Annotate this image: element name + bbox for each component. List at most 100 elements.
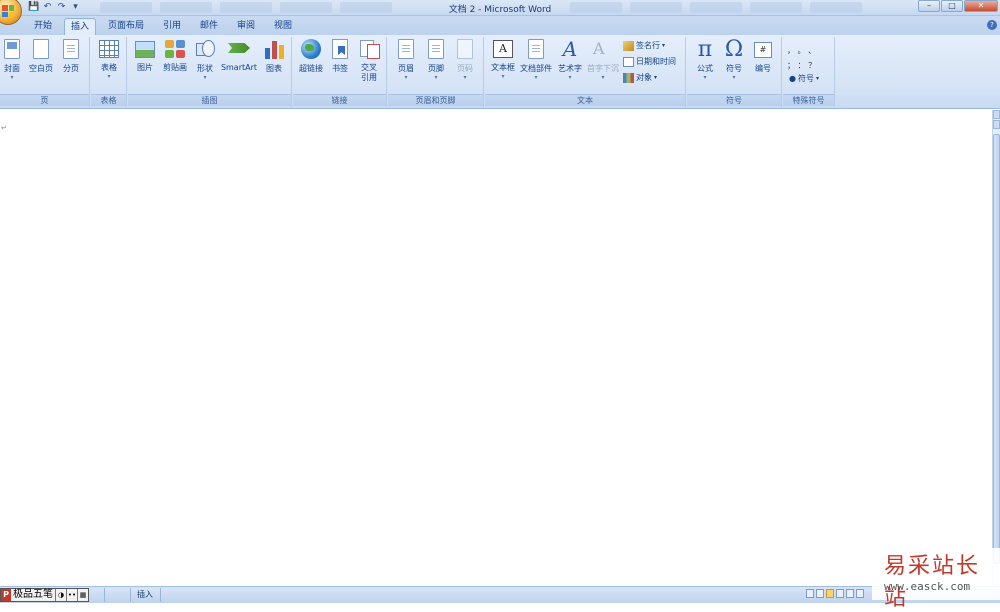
ruler-toggle-button[interactable] [993,120,1000,129]
drop-cap-button[interactable]: A 首字下沉 ▾ [586,39,620,81]
tab-insert[interactable]: 插入 [64,18,96,35]
ribbon: 封面 ▾ 空白页 分页 页 表格 ▾ 表格 图片 剪贴画 形状 ▾ SmartA… [0,35,1000,109]
watermark-url: www.easck.com [884,580,971,593]
hyperlink-label: 超链接 [299,64,323,73]
equation-button[interactable]: π 公式 ▾ [691,37,719,82]
vertical-scrollbar[interactable] [992,110,1000,586]
clipart-button[interactable]: 剪贴画 [160,39,190,73]
picture-button[interactable]: 图片 [132,39,158,73]
group-label-links: 链接 [293,94,386,106]
ime-punctuation-icon[interactable]: •• [66,589,77,601]
group-label-illustrations: 插图 [128,94,291,106]
chart-icon [264,39,284,59]
bookmark-button[interactable]: 书签 [329,39,351,74]
quick-parts-label: 文档部件 [520,64,552,73]
page-break-button[interactable]: 分页 [58,39,84,74]
window-title: 文档 2 - Microsoft Word [448,5,552,15]
equation-pi-icon: π [697,37,713,62]
dropdown-arrow-icon: ▾ [404,74,408,81]
footer-button[interactable]: 页脚 ▾ [422,39,450,81]
print-layout-view-icon[interactable] [806,589,814,598]
full-screen-view-icon[interactable] [816,589,824,598]
group-label-text: 文本 [485,94,685,106]
tab-view[interactable]: 视图 [268,18,298,35]
shapes-label: 形状 [197,64,213,73]
signature-line-button[interactable]: 签名行 ▾ [623,40,665,51]
cross-reference-button[interactable]: 交叉 引用 [355,39,383,83]
cross-reference-label-2: 引用 [361,73,377,82]
scroll-thumb[interactable] [993,134,1000,564]
chart-label: 图表 [266,64,282,73]
office-logo-icon [2,5,14,17]
page-number-label: 页码 [457,64,473,73]
minimize-button[interactable]: – [918,0,940,12]
tab-references[interactable]: 引用 [157,18,187,35]
wordart-button[interactable]: A 艺术字 ▾ [555,39,585,81]
shapes-button[interactable]: 形状 ▾ [192,39,218,81]
cross-reference-label-1: 交叉 [361,63,377,72]
insert-mode-indicator[interactable]: 插入 [137,589,153,600]
dropdown-arrow-icon: ▾ [662,42,666,49]
page-break-label: 分页 [63,64,79,73]
hyperlink-button[interactable]: 超链接 [295,39,327,74]
ribbon-tabs: 开始 插入 页面布局 引用 邮件 审阅 视图 [0,16,1000,35]
bookmark-label: 书签 [332,64,348,73]
symbol-button[interactable]: Ω 符号 ▾ [720,39,748,82]
scroll-up-button[interactable] [993,110,1000,119]
object-button[interactable]: 对象 ▾ [623,72,657,83]
draft-view-icon[interactable] [846,589,854,598]
header-button[interactable]: 页眉 ▾ [392,39,420,81]
tab-review[interactable]: 审阅 [231,18,261,35]
site-watermark: 易采站长站 www.easck.com [872,548,1000,611]
group-illustrations: 图片 剪贴画 形状 ▾ SmartArt 图表 插图 [128,37,292,107]
special-symbols-grid[interactable]: ， 。 、 ； ： ？ [787,43,827,73]
group-label-header-footer: 页眉和页脚 [388,94,483,106]
close-button[interactable]: ✕ [964,0,998,12]
blank-page-button[interactable]: 空白页 [27,39,55,74]
dropdown-arrow-icon: ▾ [463,74,467,81]
help-icon[interactable]: ? [987,20,997,30]
smartart-button[interactable]: SmartArt [219,39,259,73]
dropdown-arrow-icon: ▾ [815,75,819,82]
chart-button[interactable]: 图表 [260,39,288,74]
wordart-icon: A [562,37,578,61]
window-controls: – □ ✕ [918,0,998,12]
status-bar: P 极品五笔 ◑ •• ▦ 插入 [0,586,1000,603]
ime-toolbar[interactable]: P 极品五笔 ◑ •• ▦ [0,588,89,602]
ime-halfwidth-icon[interactable]: ◑ [55,589,66,601]
date-time-button[interactable]: 日期和时间 [623,56,676,67]
group-symbols: π 公式 ▾ Ω 符号 ▾ # 编号 符号 [687,37,782,107]
object-label: 对象 [636,73,652,82]
picture-icon [135,41,155,58]
picture-label: 图片 [137,63,153,72]
status-separator [104,588,105,602]
title-bar: 💾 ↶ ↷ ▾ 文档 2 - Microsoft Word – □ ✕ [0,0,1000,25]
wordart-label: 艺术字 [558,64,582,73]
group-label-pages: 页 [0,94,89,106]
document-canvas[interactable]: ↵ [0,110,992,586]
date-time-label: 日期和时间 [636,57,676,66]
smartart-label: SmartArt [220,63,258,72]
group-pages: 封面 ▾ 空白页 分页 页 [0,37,90,107]
tab-page-layout[interactable]: 页面布局 [103,18,149,35]
tab-mailings[interactable]: 邮件 [194,18,224,35]
tab-home[interactable]: 开始 [28,18,58,35]
numbering-button[interactable]: # 编号 [749,39,777,74]
cover-page-button[interactable]: 封面 ▾ [0,39,24,81]
group-text: A 文本框 ▾ 文档部件 ▾ A 艺术字 ▾ A 首字下沉 ▾ 签名行 ▾ 日期… [485,37,686,107]
special-symbol-button[interactable]: ● 符号 ▾ [789,73,819,84]
textbox-icon: A [493,40,513,58]
web-layout-view-icon[interactable] [826,589,834,598]
clipart-icon [165,40,185,58]
cover-page-icon [4,39,20,59]
paragraph-mark: ↵ [1,124,7,132]
table-button[interactable]: 表格 ▾ [95,39,123,80]
ime-keyboard-icon[interactable]: ▦ [77,589,88,601]
page-number-button[interactable]: 页码 ▾ [451,39,479,81]
hyperlink-globe-icon [301,39,321,59]
quick-parts-button[interactable]: 文档部件 ▾ [518,39,554,81]
zoom-icon[interactable] [856,589,864,598]
textbox-button[interactable]: A 文本框 ▾ [488,39,518,80]
maximize-button[interactable]: □ [941,0,963,12]
outline-view-icon[interactable] [836,589,844,598]
